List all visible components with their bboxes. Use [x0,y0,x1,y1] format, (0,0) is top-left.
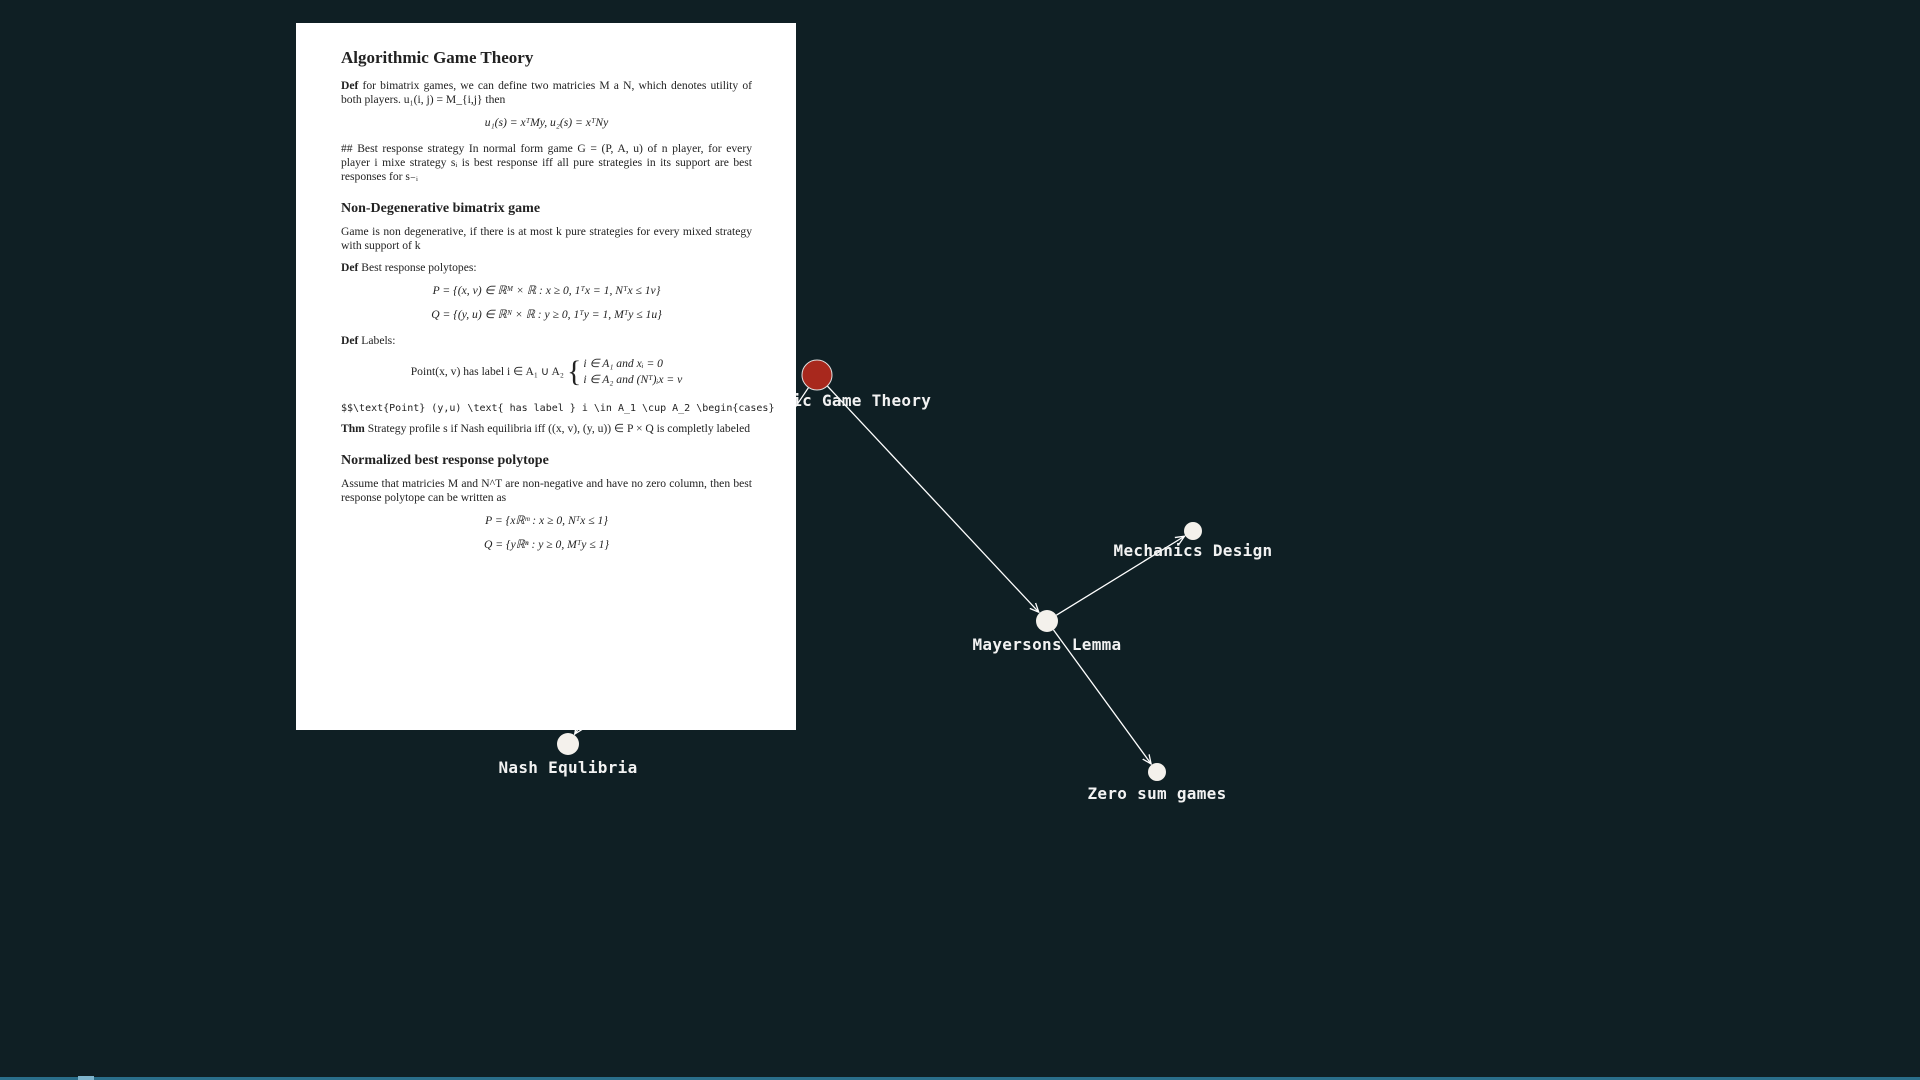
theorem-text: Strategy profile s if Nash equilibria if… [364,422,751,435]
raw-latex-line: $$\text{Point} (y,u) \text{ has label } … [341,403,775,414]
theorem-paragraph: Thm Strategy profile s if Nash equilibri… [341,422,752,436]
graph-node-nash[interactable] [557,733,579,755]
graph-node-label-mayerson[interactable]: Mayersons Lemma [973,635,1122,654]
polytope-q-equation: Q = {(y, u) ∈ ℝᴺ × ℝ : y ≥ 0, 1ᵀy = 1, M… [431,308,662,321]
polytope-equations: P = {(x, v) ∈ ℝᴹ × ℝ : x ≥ 0, 1ᵀx = 1, N… [341,284,752,322]
graph-node-zerosum[interactable] [1148,763,1166,781]
labels-case-1: i ∈ A₁ and xᵢ = 0 [583,357,663,370]
labels-case-2: i ∈ A₂ and (Nᵀ)ᵢx = v [583,373,683,386]
heading-normalized: Normalized best response polytope [341,453,549,468]
graph-node-mayerson[interactable] [1036,610,1058,632]
def-bimatrix-text: for bimatrix games, we can define two ma… [341,79,752,106]
graph-node-label-nash[interactable]: Nash Equlibria [498,758,637,777]
def-label: Def [341,79,359,92]
brace-icon: { [566,355,582,388]
thm-label: Thm [341,422,365,435]
def-labels-text: Labels: [358,334,396,347]
def-polytopes-paragraph: Def Best response polytopes: [341,261,752,275]
best-response-paragraph: ## Best response strategy In normal form… [341,142,752,183]
def-label: Def [341,334,359,347]
taskbar-indicator [78,1076,94,1080]
normalized-paragraph: Assume that matricies M and N^T are non-… [341,477,752,504]
def-polytopes-text: Best response polytopes: [358,261,477,274]
labels-cases: i ∈ A₁ and xᵢ = 0 i ∈ A₂ and (Nᵀ)ᵢx = v [583,356,682,388]
graph-node-label-mechanics[interactable]: Mechanics Design [1114,541,1273,560]
edge-agt-mayerson [826,385,1039,612]
def-bimatrix-paragraph: Def for bimatrix games, we can define tw… [341,79,752,107]
note-preview-card: Algorithmic Game Theory Def for bimatrix… [296,23,796,730]
normalized-q-equation: Q = {yℝⁿ : y ≥ 0, Mᵀy ≤ 1} [483,538,610,551]
graph-node-mechanics[interactable] [1184,522,1202,540]
def-labels-paragraph: Def Labels: [341,334,752,348]
normalized-equations: P = {xℝᵐ : x ≥ 0, Nᵀx ≤ 1} Q = {yℝⁿ : y … [341,514,752,552]
note-title: Algorithmic Game Theory [341,48,534,67]
knowledge-graph-canvas[interactable] [0,0,1920,1080]
graph-node-label-zerosum[interactable]: Zero sum games [1087,784,1226,803]
non-degenerative-paragraph: Game is non degenerative, if there is at… [341,225,752,252]
heading-non-degenerative: Non-Degenerative bimatrix game [341,201,541,216]
graph-node-agt[interactable] [801,359,833,391]
labels-lhs: Point(x, v) has label i ∈ A₁ ∪ A₂ [410,365,564,378]
labels-cases-equation: Point(x, v) has label i ∈ A₁ ∪ A₂ { i ∈ … [341,356,752,388]
normalized-p-equation: P = {xℝᵐ : x ≥ 0, Nᵀx ≤ 1} [485,514,608,527]
polytope-p-equation: P = {(x, v) ∈ ℝᴹ × ℝ : x ≥ 0, 1ᵀx = 1, N… [432,284,661,297]
utility-equation: u₁(s) = xᵀMy, u₂(s) = xᵀNy [484,116,609,129]
def-label: Def [341,261,359,274]
